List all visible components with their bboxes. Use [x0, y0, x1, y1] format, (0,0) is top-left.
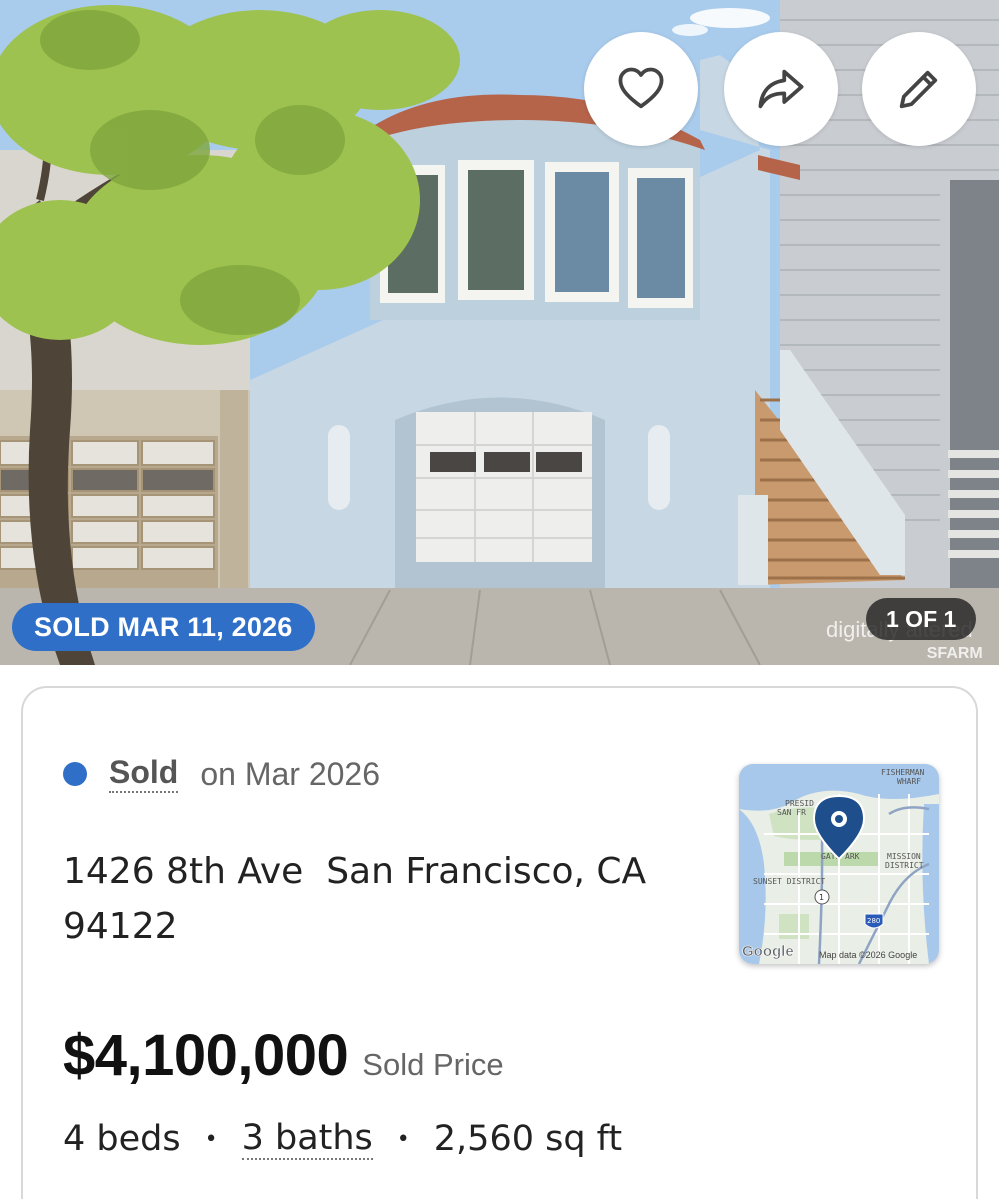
beds-count: 4 beds	[63, 1119, 181, 1159]
address-zip: 94122	[63, 906, 178, 947]
favorite-button[interactable]	[584, 32, 698, 146]
map-label-presid: PRESID	[785, 799, 814, 808]
sqft-value: 2,560 sq ft	[433, 1119, 623, 1159]
status-label[interactable]: Sold	[109, 755, 179, 793]
fact-separator: •	[204, 1126, 218, 1152]
map-label-ark: ARK	[845, 852, 860, 861]
share-icon	[758, 69, 804, 109]
heart-icon	[618, 67, 664, 109]
baths-count[interactable]: 3 baths	[241, 1118, 373, 1160]
map-route-280: 280	[867, 917, 880, 925]
photo-counter[interactable]: 1 OF 1	[866, 598, 977, 640]
property-address: 1426 8th Ave San Francisco, CA 94122	[63, 844, 703, 954]
price-row: $4,100,000 Sold Price	[63, 1022, 504, 1089]
edit-button[interactable]	[862, 32, 976, 146]
map-attribution: Map data ©2026 Google	[819, 950, 917, 960]
listing-photo[interactable]: digitally altered SFARM SOLD MAR 11, 202…	[0, 0, 999, 665]
map-thumbnail[interactable]: FISHERMAN WHARF PRESID SAN FR GATE ARK M…	[739, 764, 939, 964]
sold-price-label: Sold Price	[362, 1047, 504, 1082]
map-label-sunset: SUNSET DISTRICT	[753, 877, 825, 886]
map-image: FISHERMAN WHARF PRESID SAN FR GATE ARK M…	[739, 764, 939, 964]
listing-summary-card: Sold on Mar 2026 1426 8th Ave San Franci…	[21, 686, 978, 1199]
property-facts: 4 beds • 3 baths • 2,560 sq ft	[63, 1118, 622, 1160]
google-logo: Google	[742, 943, 794, 960]
fact-separator: •	[396, 1126, 410, 1152]
map-label-fisherman: FISHERMAN	[881, 768, 925, 777]
address-city-state: San Francisco, CA	[326, 851, 647, 892]
sold-price: $4,100,000	[63, 1023, 349, 1088]
sold-date-badge: SOLD MAR 11, 2026	[12, 603, 315, 651]
house-photo-illustration	[0, 0, 999, 665]
map-label-wharf: WHARF	[897, 777, 921, 786]
map-label-mission: MISSION	[887, 852, 921, 861]
address-street: 1426 8th Ave	[63, 851, 304, 892]
share-button[interactable]	[724, 32, 838, 146]
pencil-icon	[899, 70, 938, 109]
listing-status: Sold on Mar 2026	[63, 755, 380, 793]
status-dot-icon	[63, 762, 87, 786]
map-route-1: 1	[819, 893, 824, 902]
map-label-district: DISTRICT	[885, 861, 924, 870]
map-label-san-fr: SAN FR	[777, 808, 806, 817]
watermark-brand: SFARM	[926, 645, 983, 662]
status-date: on Mar 2026	[200, 755, 380, 792]
